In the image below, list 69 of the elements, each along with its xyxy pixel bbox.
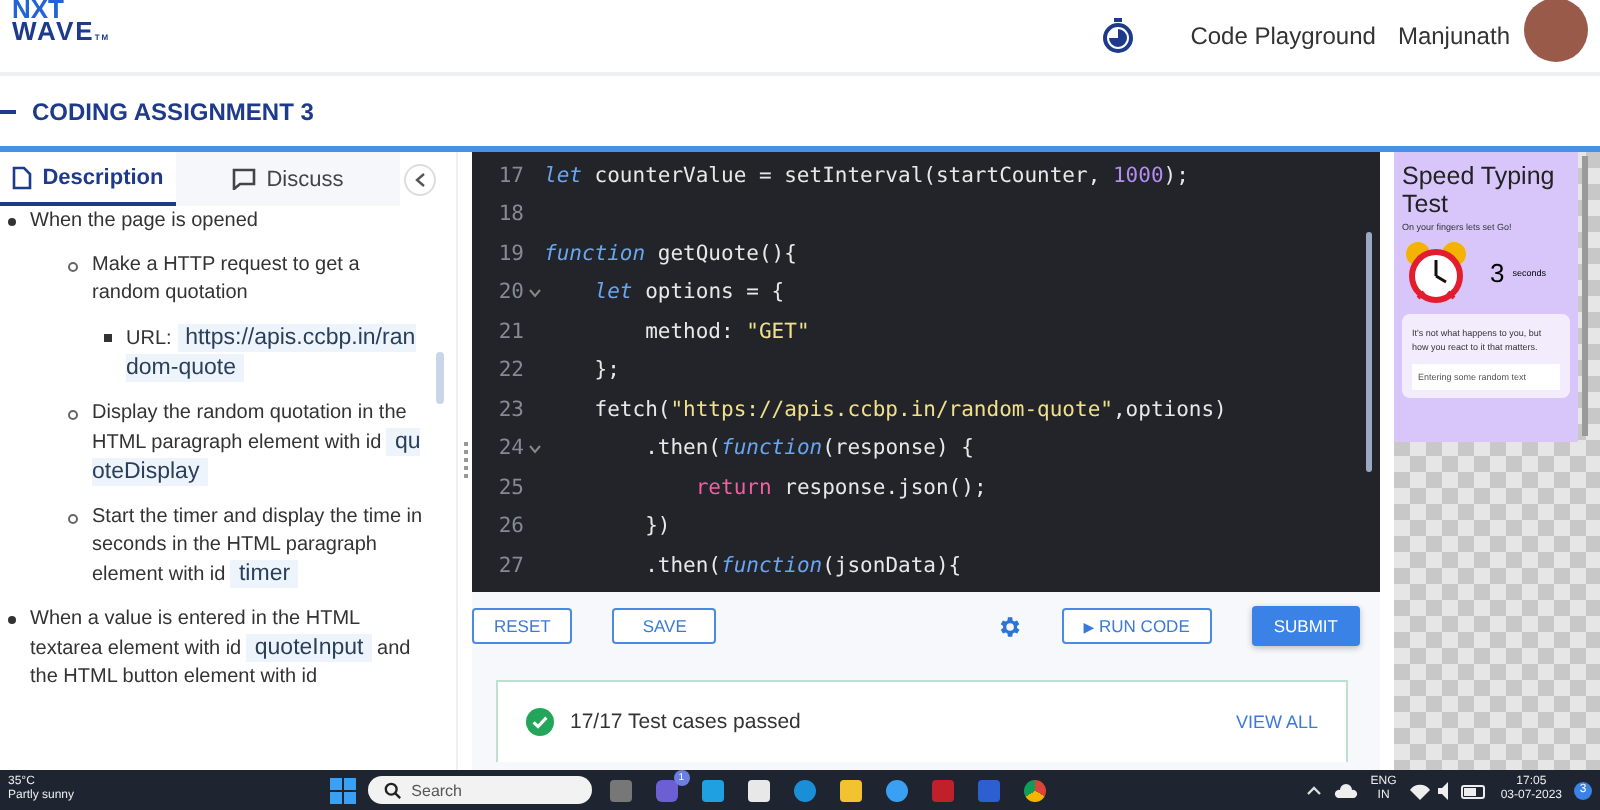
document-icon [12, 165, 33, 189]
collapse-button[interactable] [404, 163, 436, 195]
description-text: URL: https://apis.ccbp.in/random-quote [126, 324, 418, 384]
line-number: 20 [496, 280, 524, 305]
line-number: 26 [496, 514, 524, 539]
windows-start-icon[interactable] [329, 777, 356, 803]
app-icon[interactable] [977, 779, 1000, 801]
timer-value: 3 [1490, 257, 1505, 287]
search-icon [383, 781, 402, 799]
bullet-icon [8, 218, 16, 226]
line-number: 21 [496, 319, 524, 344]
stopwatch-icon[interactable] [1102, 18, 1135, 54]
line-number: 25 [496, 475, 524, 500]
code-line: let counterValue = setInterval(startCounter, 1000); [544, 163, 1189, 188]
tab[interactable]: Discuss [176, 152, 400, 206]
bullet-icon [68, 262, 78, 272]
cloud-icon[interactable] [1334, 783, 1359, 797]
code-editor[interactable] [472, 152, 1380, 592]
code-line: .then(function(response) { [643, 436, 974, 461]
code-line: function getQuote(){ [544, 241, 797, 266]
bullet-icon [8, 616, 16, 624]
line-number: 17 [496, 163, 524, 188]
code-line: fetch("https://apis.ccbp.in/random-quote",options) [592, 397, 1227, 422]
system-tray-icons[interactable] [1408, 781, 1489, 799]
code-line: }) [643, 514, 671, 539]
line-number: 24 [496, 436, 524, 461]
scrollbar-thumb[interactable] [1366, 232, 1372, 472]
fold-caret-icon[interactable] [527, 443, 541, 454]
code-line: .then(function(jsonData){ [643, 553, 962, 578]
submit-button[interactable]: SUBMIT [1251, 606, 1360, 646]
description-text: Start the timer and display the time in seconds in the HTML paragraph element with id timer [92, 504, 425, 590]
user-name: Manjunath [1397, 22, 1510, 50]
line-number: 22 [496, 358, 524, 383]
chevron-left-icon [414, 171, 426, 187]
chat-app-icon[interactable] [655, 779, 678, 801]
settings-icon[interactable] [995, 613, 1022, 639]
bullet-icon [68, 410, 78, 420]
line-number: 19 [496, 241, 524, 266]
alarm-clock-icon [1402, 238, 1470, 306]
code-line: method: "GET" [643, 319, 810, 344]
speech-bubble-icon [232, 168, 257, 190]
app-icon[interactable] [701, 779, 724, 801]
code-playground-link[interactable]: Code Playground [1190, 22, 1376, 50]
line-number: 23 [496, 397, 524, 422]
task-view-icon[interactable] [609, 779, 632, 801]
description-text: Display the random quotation in the HTML paragraph element with id quoteDisplay [92, 400, 423, 488]
drag-handle-icon[interactable] [463, 441, 467, 481]
scrollbar-thumb[interactable] [436, 352, 444, 404]
description-text: When a value is entered in the HTML textarea element with id quoteInput and the HTML button element with id [30, 606, 413, 692]
line-number: 27 [496, 553, 524, 578]
scrollbar-thumb[interactable] [1582, 156, 1588, 436]
bullet-icon [68, 514, 78, 524]
preview-title: Speed Typing Test [1402, 162, 1557, 218]
fold-caret-icon[interactable] [527, 287, 541, 298]
save-button[interactable]: SAVE [612, 608, 717, 644]
assignment-title: CODING ASSIGNMENT 3 [32, 97, 314, 125]
result-text: 17/17 Test cases passed [570, 710, 801, 734]
description-text: Make a HTTP request to get a random quotation [92, 252, 362, 308]
user-avatar[interactable] [1524, 0, 1588, 62]
view-all-link[interactable]: VIEW ALL [1235, 712, 1318, 732]
code-line: let options = { [592, 280, 785, 305]
reset-button[interactable]: RESET [472, 608, 573, 644]
code-line: return response.json(); [693, 475, 987, 500]
line-number: 18 [496, 202, 524, 227]
bullet-icon [104, 334, 112, 342]
chevron-up-icon[interactable] [1306, 785, 1323, 795]
description-text: When the page is opened [30, 208, 258, 236]
taskbar-search-field[interactable]: Search [367, 776, 592, 804]
code-line: }; [592, 358, 620, 383]
